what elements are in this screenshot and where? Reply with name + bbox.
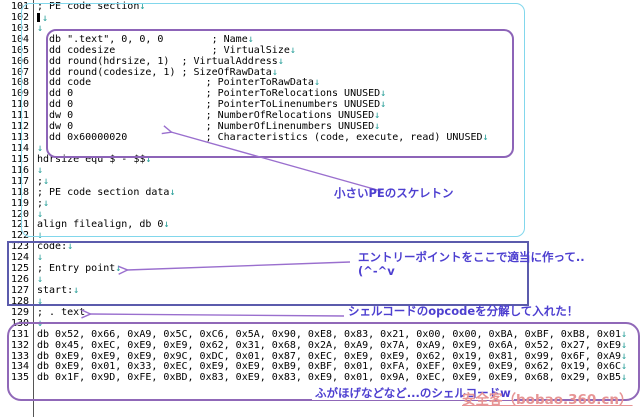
- line-code-text: hdrsize equ $ - $$: [37, 154, 145, 165]
- line-number: 119: [0, 199, 29, 210]
- line-code-text: dd codesize ; VirtualSize: [37, 45, 290, 56]
- line-number: 106: [0, 57, 29, 68]
- eol-mark: ↓: [248, 34, 254, 45]
- line-code-text: db 0x52, 0x66, 0xA9, 0x5C, 0xC6, 0x5A, 0…: [37, 329, 621, 340]
- line-code-text: code:: [37, 241, 67, 252]
- code-line[interactable]: 113 dd 0x60000020 ; Characteristics (cod…: [0, 133, 640, 144]
- eol-mark: ↓: [43, 198, 49, 209]
- line-code-text: db 0xE9, 0xE9, 0xE9, 0x9C, 0xDC, 0x01, 0…: [37, 351, 621, 362]
- line-text: db 0x1F, 0x9D, 0xFE, 0xBD, 0x83, 0xE9, 0…: [37, 373, 627, 384]
- eol-mark: ↓: [37, 23, 43, 34]
- code-line[interactable]: 115 hdrsize equ $ - $$↓: [0, 155, 640, 166]
- line-code-text: db 0x1F, 0x9D, 0xFE, 0xBD, 0x83, 0xE9, 0…: [37, 372, 621, 383]
- eol-mark: ↓: [483, 132, 489, 143]
- line-text: hdrsize equ $ - $$↓: [37, 155, 151, 166]
- line-number: 105: [0, 46, 29, 57]
- line-code-text: ; PE code section: [37, 1, 139, 12]
- line-text: ; Entry point↓: [37, 264, 121, 275]
- eol-mark: ↓: [37, 165, 43, 176]
- code-lines[interactable]: 101 ; PE code section↓ 102 ↓ 103 ↓ 104 d…: [0, 2, 640, 384]
- line-code-text: ; Entry point: [37, 263, 115, 274]
- line-code-text: db 0x45, 0xEC, 0xE9, 0xE9, 0x62, 0x31, 0…: [37, 340, 621, 351]
- eol-mark: ↓: [37, 296, 43, 307]
- line-code-text: db ".text", 0, 0, 0 ; Name: [37, 34, 248, 45]
- code-line[interactable]: 121 align filealign, db 0↓: [0, 220, 640, 231]
- eol-mark: ↓: [37, 143, 43, 154]
- line-code-text: db 0xE9, 0x01, 0x33, 0xEC, 0xE9, 0xE9, 0…: [37, 361, 621, 372]
- line-code-text: start:: [37, 285, 73, 296]
- line-code-text: dd code ; PointerToRawData: [37, 77, 314, 88]
- eol-mark: ↓: [314, 77, 320, 88]
- line-code-text: dd 0 ; PointerToLinenumbers UNUSED: [37, 99, 380, 110]
- eol-mark: ↓: [73, 285, 79, 296]
- eol-mark: ↓: [169, 187, 175, 198]
- line-number: 131: [0, 330, 29, 341]
- eol-mark: ↓: [380, 99, 386, 110]
- note-entry-point-line2: (^-^v: [358, 265, 395, 278]
- eol-mark: ↓: [67, 241, 73, 252]
- eol-mark: ↓: [621, 329, 627, 340]
- note-shellcode-opcode: シェルコードのopcodeを分解して入れた！: [348, 305, 578, 318]
- eol-mark: ↓: [37, 252, 43, 263]
- eol-mark: ↓: [621, 372, 627, 383]
- line-text: start:↓: [37, 286, 79, 297]
- line-code-text: dd 0x60000020 ; Characteristics (code, e…: [37, 132, 483, 143]
- line-number: 132: [0, 341, 29, 352]
- line-number: 118: [0, 188, 29, 199]
- line-code-text: dw 0 ; NumberOfRelocations UNUSED: [37, 110, 374, 121]
- line-code-text: align filealign, db 0: [37, 219, 163, 230]
- eol-mark: ↓: [37, 230, 43, 241]
- eol-mark: ↓: [621, 340, 627, 351]
- eol-mark: ↓: [163, 219, 169, 230]
- eol-mark: ↓: [43, 176, 49, 187]
- line-text: align filealign, db 0↓: [37, 220, 169, 231]
- line-text: dd 0x60000020 ; Characteristics (code, e…: [37, 133, 489, 144]
- eol-mark: ↓: [374, 110, 380, 121]
- line-code-text: ; PE code section data: [37, 187, 169, 198]
- eol-mark: ↓: [37, 209, 43, 220]
- line-code-text: dd round(codesize, 1) ; SizeOfRawData: [37, 67, 272, 78]
- code-line[interactable]: 125 ; Entry point↓: [0, 264, 640, 275]
- line-text: ; PE code section↓: [37, 2, 145, 13]
- code-line[interactable]: 135 db 0x1F, 0x9D, 0xFE, 0xBD, 0x83, 0xE…: [0, 373, 640, 384]
- code-line[interactable]: 116 ↓: [0, 166, 640, 177]
- eol-mark: ↓: [621, 361, 627, 372]
- line-text: ; PE code section data↓: [37, 188, 175, 199]
- eol-mark: ↓: [380, 88, 386, 99]
- eol-mark: ↓: [374, 121, 380, 132]
- eol-mark: ↓: [272, 67, 278, 78]
- code-line[interactable]: 127 start:↓: [0, 286, 640, 297]
- eol-mark: ↓: [290, 45, 296, 56]
- eol-mark: ↓: [145, 154, 151, 165]
- eol-mark: ↓: [621, 351, 627, 362]
- eol-mark: ↓: [278, 56, 284, 67]
- line-text: ; . text: [37, 308, 85, 319]
- code-line[interactable]: 118 ; PE code section data↓: [0, 188, 640, 199]
- code-line[interactable]: 122 ↓: [0, 231, 640, 242]
- text-editor-screenshot: 101 ; PE code section↓ 102 ↓ 103 ↓ 104 d…: [0, 0, 640, 417]
- eol-mark: ↓: [139, 1, 145, 12]
- watermark-bobao: 安全客（bobao.360.cn）: [462, 388, 633, 408]
- line-code-text: dd round(hdrsize, 1) ; VirtualAddress: [37, 56, 278, 67]
- code-line[interactable]: 119 ;↓: [0, 199, 640, 210]
- eol-mark: ↓: [37, 318, 43, 329]
- line-number: 135: [0, 373, 29, 384]
- line-code-text: dd 0 ; PointerToRelocations UNUSED: [37, 88, 380, 99]
- eol-mark: ↓: [37, 274, 43, 285]
- code-line[interactable]: 126 ↓: [0, 275, 640, 286]
- code-line[interactable]: 101 ; PE code section↓: [0, 2, 640, 13]
- text-caret: [37, 13, 40, 22]
- line-code-text: dw 0 ; NumberOfLinenumbers UNUSED: [37, 121, 374, 132]
- note-pe-skeleton: 小さいPEのスケレトン: [334, 187, 454, 200]
- code-line[interactable]: 102 ↓: [0, 13, 640, 24]
- line-code-text: ; . text: [37, 307, 85, 318]
- eol-mark: ↓: [115, 263, 121, 274]
- note-entry-point-line1: エントリーポイントをここで適当に作って..: [358, 251, 585, 264]
